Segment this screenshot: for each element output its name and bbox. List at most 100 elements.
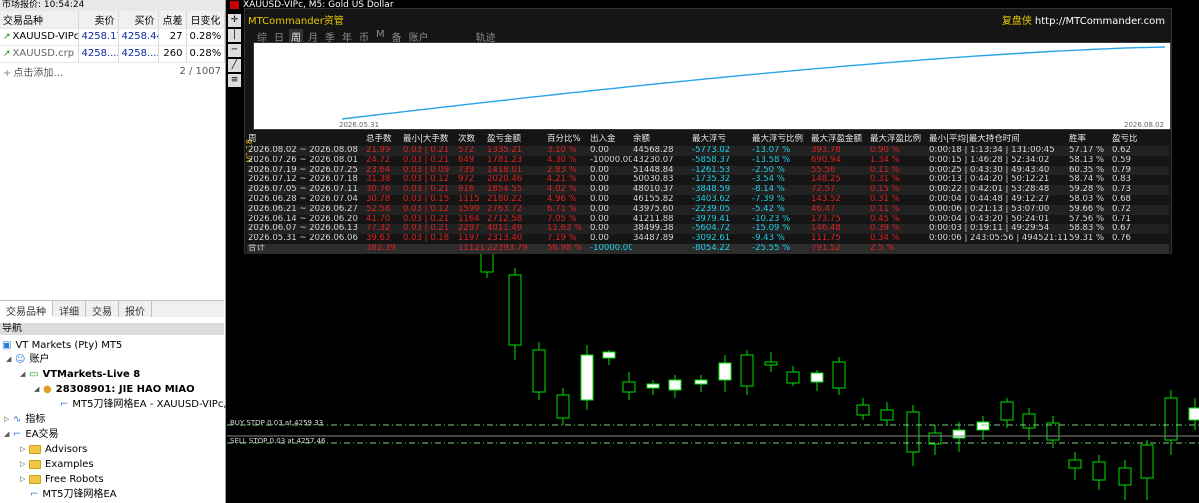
table-row[interactable]: ↗XAUUSD-VIPc 4258.17 4258.44 27 0.28% — [0, 28, 225, 46]
table-cell: 1781.23 — [487, 155, 523, 165]
table-cell: 0.73 — [1111, 185, 1169, 195]
table-row: 2026.06.21 ~ 2026.06.27 52.58 0.03 | 0.12 1… — [247, 204, 1169, 215]
collapse-icon[interactable]: ◢ — [4, 427, 13, 442]
mtc-col-header[interactable]: 最小|平均|最大持仓时间 — [928, 134, 1068, 146]
nav-free-robots[interactable]: ▷ Free Robots — [20, 472, 104, 487]
tab-details[interactable]: 详细 — [53, 301, 86, 318]
col-symbol[interactable]: 交易品种 — [0, 11, 79, 29]
nav-ea-attached[interactable]: ⌐ MT5刀锋网格EA - XAUUSD-VIPc,M — [60, 397, 235, 412]
col-spread[interactable]: 点差 — [158, 11, 187, 29]
table-cell: 0.15 % — [869, 185, 928, 195]
mtc-col-header[interactable]: 最大浮亏比例 — [751, 134, 810, 146]
table-cell: 0.00 — [590, 175, 609, 185]
table-cell: 2297 — [457, 224, 486, 235]
candle-body — [1022, 413, 1036, 429]
chart-toolstrip: ✛ │ ─ ╱ ≡ — [227, 12, 242, 92]
mtc-col-header[interactable]: 余额 — [632, 134, 691, 146]
table-row: 2026.06.14 ~ 2026.06.20 41.70 0.03 | 0.21 1… — [247, 215, 1169, 225]
nav-free-robots-label: Free Robots — [45, 474, 104, 485]
mtc-col-header[interactable]: 百分比% — [546, 134, 589, 146]
table-cell: 146.48 — [810, 224, 869, 235]
mtc-col-header[interactable]: 胜率 — [1068, 134, 1111, 146]
mtc-col-header[interactable]: 总手数 — [365, 134, 402, 146]
nav-accounts[interactable]: ◢ ☺ 账户 — [6, 352, 49, 367]
mtc-col-header[interactable]: 盈亏金额 — [486, 134, 546, 146]
change-value: 0.28% — [186, 28, 225, 46]
table-cell: 1418.01 — [486, 165, 546, 176]
table-cell: 72.57 — [810, 185, 869, 195]
mtc-col-header[interactable]: 周 — [247, 134, 365, 146]
table-cell: 58.03 % — [1069, 194, 1105, 204]
balance-line — [341, 46, 1166, 120]
table-cell: -1261.53 — [691, 165, 751, 176]
table-cell: 739 — [457, 165, 486, 176]
table-cell: -8054.22 — [691, 243, 751, 254]
table-cell: 0:00:18 | 1:13:34 | 131:00:45 — [928, 146, 1068, 156]
mtc-col-header[interactable]: 最大浮亏 — [691, 134, 751, 146]
col-ask[interactable]: 买价 — [118, 11, 159, 29]
candle-body — [532, 349, 546, 393]
mtc-col-header[interactable]: 次数 — [457, 134, 486, 146]
collapse-icon[interactable]: ◢ — [20, 367, 29, 382]
horizontal-line-icon[interactable]: ─ — [228, 44, 241, 57]
nav-accounts-label: 账户 — [29, 354, 50, 365]
table-row: 2026.07.05 ~ 2026.07.11 30.76 0.03 | 0.21 9… — [247, 185, 1169, 195]
table-cell: 2026.07.26 ~ 2026.08.01 — [248, 155, 358, 165]
table-row[interactable]: ↗ XAUUSD.crp 4258.... 4258.... 260 0.28% — [0, 45, 225, 63]
channel-icon[interactable]: ≡ — [228, 74, 241, 87]
collapse-icon[interactable]: ◢ — [6, 352, 15, 367]
expand-icon[interactable]: ▷ — [4, 412, 13, 427]
table-cell: 4.21 % — [547, 175, 577, 185]
nav-examples[interactable]: ▷ Examples — [20, 457, 94, 472]
mtc-link[interactable]: 复盘侠 http://MTCommander.com — [1002, 12, 1165, 27]
table-cell: 0.34 % — [870, 234, 900, 244]
trendline-icon[interactable]: ╱ — [228, 59, 241, 72]
nav-indicators[interactable]: ▷ ∿ 指标 — [4, 412, 45, 427]
mtc-col-header[interactable]: 出入金 — [589, 134, 632, 146]
nav-broker[interactable]: ▣ VT Markets (Pty) MT5 — [2, 338, 122, 353]
table-cell: 0:00:04 | 0:43:20 | 50:24:01 — [929, 214, 1050, 224]
vertical-line-icon[interactable]: │ — [228, 29, 241, 42]
add-symbol-row[interactable]: + 点击添加... 2 / 1007 — [0, 63, 225, 80]
tab-ticks[interactable]: 报价 — [119, 301, 152, 318]
spread-value: 260 — [158, 45, 187, 63]
table-cell: 0:00:22 | 0:42:01 | 53:28:48 — [928, 185, 1068, 195]
table-cell: 649 — [458, 155, 475, 165]
mtc-col-header[interactable]: 最大浮盈比例 — [869, 134, 928, 146]
nav-advisors[interactable]: ▷ Advisors — [20, 442, 87, 457]
expand-icon[interactable]: ▷ — [20, 442, 29, 457]
table-cell: 30.78 — [366, 194, 391, 204]
col-bid[interactable]: 卖价 — [78, 11, 119, 29]
table-cell: 57.17 % — [1068, 146, 1111, 156]
expand-icon[interactable]: ▷ — [20, 472, 29, 487]
candle-body — [1092, 461, 1106, 481]
nav-account[interactable]: ◢ ● 28308901: JIE HAO MIAO — [34, 382, 195, 397]
table-cell: 7.05 % — [547, 214, 577, 224]
candle-body — [740, 354, 754, 387]
mtc-col-header[interactable]: 最小|大手数 — [402, 134, 457, 146]
tab-trading[interactable]: 交易 — [86, 301, 119, 318]
table-cell: -3.54 % — [752, 175, 785, 185]
mtc-col-header[interactable]: 最大浮盈金额 — [810, 134, 869, 146]
collapse-icon[interactable]: ◢ — [34, 382, 43, 397]
trend-arrow-icon: ↗ — [3, 49, 11, 59]
table-cell: 0.00 — [589, 146, 632, 156]
mtc-col-header[interactable]: 盈亏比 — [1111, 134, 1169, 146]
nav-server[interactable]: ◢ ▭ VTMarkets-Live 8 — [20, 367, 140, 382]
table-cell: -1735.32 — [692, 175, 731, 185]
nav-broker-label: VT Markets (Pty) MT5 — [15, 340, 123, 351]
crosshair-icon[interactable]: ✛ — [228, 14, 241, 27]
plus-icon: + — [3, 67, 12, 79]
expand-icon[interactable]: ▷ — [20, 457, 29, 472]
tab-symbols[interactable]: 交易品种 — [0, 301, 53, 318]
table-cell: 58.74 % — [1069, 175, 1105, 185]
mtc-url[interactable]: http://MTCommander.com — [1035, 16, 1165, 27]
col-change[interactable]: 日变化 — [186, 11, 225, 29]
table-cell: 143.52 — [811, 194, 841, 204]
candle-body — [976, 421, 990, 431]
candle-body — [832, 361, 846, 389]
table-cell: -25.55 % — [751, 243, 810, 254]
nav-ea[interactable]: ◢ ⌐ EA交易 — [4, 427, 59, 442]
table-cell: -10.23 % — [752, 214, 791, 224]
nav-ea-item[interactable]: ⌐ MT5刀锋网格EA — [30, 487, 117, 502]
